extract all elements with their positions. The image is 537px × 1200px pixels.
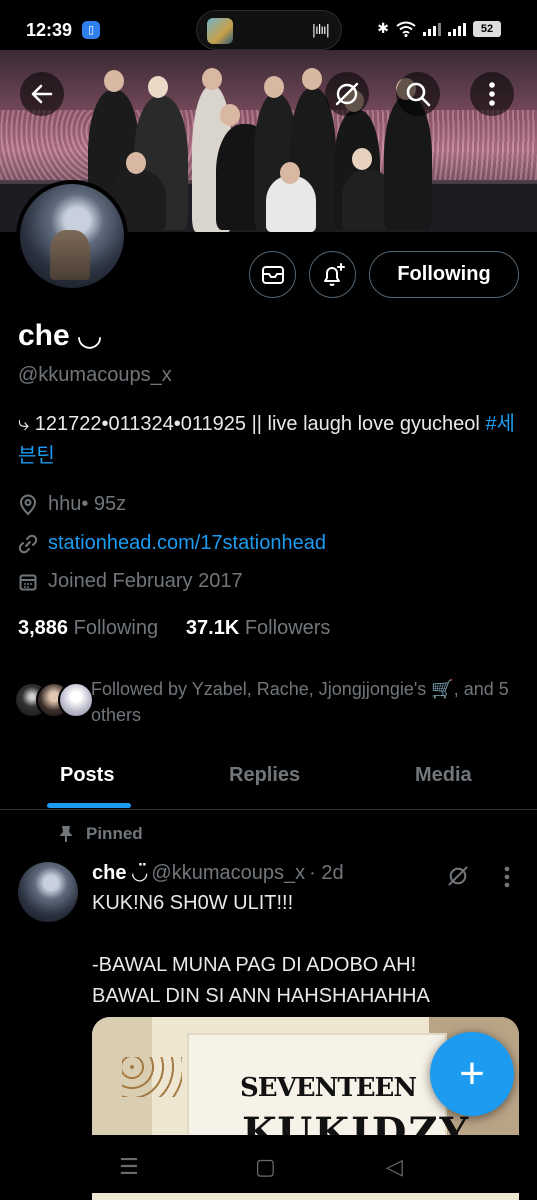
signal-icon-2 bbox=[448, 22, 466, 36]
banner-head bbox=[126, 152, 146, 174]
followed-by[interactable]: Followed by Yzabel, Rache, Jjongjjongie'… bbox=[14, 676, 524, 732]
banner-head bbox=[280, 162, 300, 184]
more-button[interactable] bbox=[470, 72, 514, 116]
follow-counts: 3,886 Following 37.1K Followers bbox=[18, 617, 330, 640]
message-button[interactable] bbox=[249, 251, 296, 298]
battery-icon: 52 bbox=[473, 21, 501, 37]
mail-icon bbox=[261, 265, 284, 284]
media-pattern bbox=[122, 1057, 182, 1097]
audio-wave-icon: |ılıı| bbox=[311, 23, 330, 38]
profile-joined: Joined February 2017 bbox=[48, 570, 243, 592]
profile-tabs: Posts Replies Media bbox=[0, 748, 537, 810]
following-label: Following bbox=[73, 617, 159, 639]
followed-by-text: Followed by Yzabel, Rache, Jjongjjongie'… bbox=[91, 679, 509, 725]
status-time: 12:39 bbox=[26, 20, 73, 40]
home-icon[interactable]: ▢ bbox=[255, 1155, 276, 1180]
tab-posts[interactable]: Posts bbox=[60, 764, 114, 787]
following-count: 3,886 bbox=[18, 617, 69, 639]
follower-avatar bbox=[58, 682, 94, 718]
calendar-icon bbox=[19, 574, 37, 590]
app-notification-icon: ▯ bbox=[82, 21, 100, 39]
location-row: hhu• 95z bbox=[18, 493, 126, 516]
wifi-icon bbox=[396, 21, 416, 37]
search-icon bbox=[406, 82, 431, 107]
profile-bio: ⤷ 121722•011324•011925 || live laugh lov… bbox=[18, 408, 518, 472]
media-brand-text: SEVENTEEN bbox=[240, 1073, 417, 1103]
recent-apps-icon[interactable]: ☰ bbox=[119, 1155, 139, 1180]
tweet-author-handle[interactable]: @kkumacoups_x bbox=[151, 862, 305, 885]
status-icons: ✱ 52 bbox=[377, 19, 501, 39]
profile-name: che ◡ bbox=[18, 319, 102, 352]
more-vertical-icon bbox=[489, 82, 495, 106]
tab-media[interactable]: Media bbox=[415, 764, 472, 787]
system-nav-bar: ☰ ▢ ◁ bbox=[0, 1135, 537, 1200]
media-island[interactable]: |ılıı| bbox=[196, 10, 342, 50]
banner-head bbox=[302, 68, 322, 90]
compose-button[interactable]: + bbox=[430, 1032, 514, 1116]
grok-icon[interactable] bbox=[446, 864, 470, 888]
profile-link[interactable]: stationhead.com/17stationhead bbox=[48, 532, 326, 555]
search-button[interactable] bbox=[396, 72, 440, 116]
tab-indicator bbox=[47, 803, 131, 808]
pin-icon bbox=[60, 826, 72, 842]
joined-row: Joined February 2017 bbox=[18, 570, 243, 593]
tab-replies[interactable]: Replies bbox=[229, 764, 300, 787]
grok-icon bbox=[335, 82, 359, 106]
profile-avatar[interactable] bbox=[16, 180, 128, 292]
link-icon bbox=[18, 534, 38, 553]
banner-head bbox=[220, 104, 240, 126]
bluetooth-icon: ✱ bbox=[377, 21, 389, 37]
followers-label: Followers bbox=[244, 617, 331, 639]
banner-head bbox=[148, 76, 168, 98]
back-nav-icon[interactable]: ◁ bbox=[386, 1155, 403, 1180]
banner-head bbox=[264, 76, 284, 98]
banner-person bbox=[266, 176, 316, 232]
tweet-time: · 2d bbox=[309, 862, 344, 884]
banner-head bbox=[352, 148, 372, 170]
tweet-more-icon[interactable] bbox=[503, 866, 511, 888]
followers-link[interactable]: 37.1K Followers bbox=[186, 617, 331, 639]
signal-icon bbox=[423, 22, 441, 36]
tweet-avatar[interactable] bbox=[18, 862, 78, 922]
media-thumbnail bbox=[207, 18, 233, 44]
tweet-header: che ◡̈ @kkumacoups_x · 2d bbox=[92, 860, 344, 885]
grok-button[interactable] bbox=[325, 72, 369, 116]
plus-icon: + bbox=[459, 1049, 485, 1098]
tweet-author-name[interactable]: che ◡̈ bbox=[92, 860, 147, 885]
media-brand-text-2: KUKIDZY bbox=[242, 1109, 471, 1135]
following-button[interactable]: Following bbox=[369, 251, 519, 298]
following-link[interactable]: 3,886 Following bbox=[18, 617, 158, 639]
pinned-label: Pinned bbox=[58, 824, 143, 844]
link-row: stationhead.com/17stationhead bbox=[18, 532, 326, 555]
profile-location: hhu• 95z bbox=[48, 493, 127, 515]
pinned-text: Pinned bbox=[86, 824, 143, 843]
banner-person bbox=[384, 96, 432, 230]
bio-text: ⤷ 121722•011324•011925 || live laugh lov… bbox=[18, 413, 486, 435]
back-button[interactable] bbox=[20, 72, 64, 116]
status-bar: 12:39 ▯ |ılıı| ✱ 52 bbox=[0, 0, 537, 60]
media-peek bbox=[92, 1193, 519, 1200]
followers-count: 37.1K bbox=[185, 617, 240, 639]
banner-head bbox=[104, 70, 124, 92]
notifications-button[interactable] bbox=[309, 251, 356, 298]
tweet-text: KUK!N6 SH0W ULIT!!! -BAWAL MUNA PAG DI A… bbox=[92, 892, 430, 1007]
bell-plus-icon bbox=[323, 262, 345, 286]
arrow-left-icon bbox=[31, 84, 53, 104]
profile-handle: @kkumacoups_x bbox=[18, 364, 172, 386]
location-pin-icon bbox=[19, 494, 37, 515]
banner-head bbox=[202, 68, 222, 90]
